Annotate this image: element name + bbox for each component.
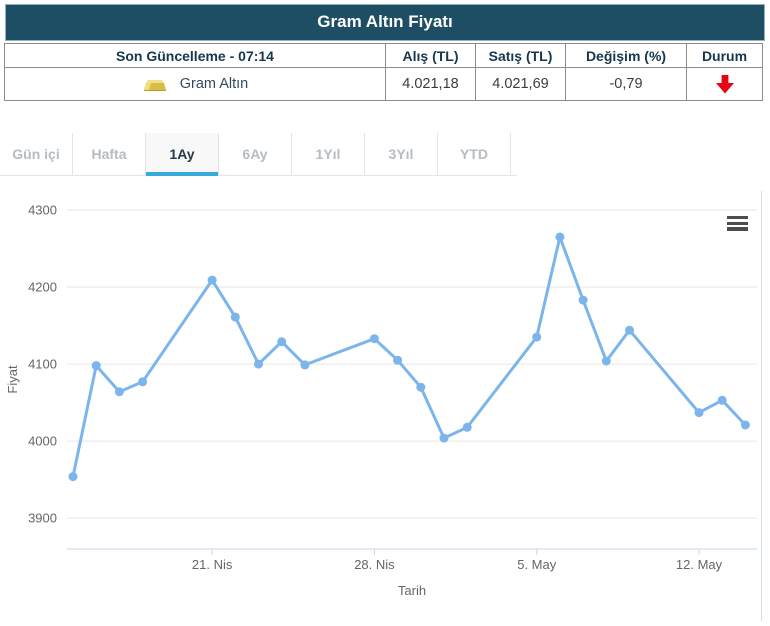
- svg-text:3900: 3900: [28, 511, 57, 526]
- chart-hamburger-menu-icon[interactable]: [727, 216, 748, 232]
- col-sell: Satış (TL): [476, 44, 566, 68]
- buy-value: 4.021,18: [386, 68, 476, 101]
- price-table-row: Gram Altın 4.021,18 4.021,69 -0,79: [5, 68, 763, 101]
- status-cell: [687, 68, 763, 101]
- tab-1yıl[interactable]: 1Yıl: [292, 133, 365, 175]
- svg-text:4300: 4300: [28, 203, 57, 218]
- period-tabs: Gün içiHafta1Ay6Ay1Yıl3YılYTD: [0, 133, 517, 176]
- down-arrow-icon: [687, 73, 762, 95]
- price-table-header-row: Son Güncelleme - 07:14 Alış (TL) Satış (…: [5, 44, 763, 68]
- tab-gün-içi[interactable]: Gün içi: [0, 133, 73, 175]
- col-buy: Alış (TL): [386, 44, 476, 68]
- svg-text:28. Nis: 28. Nis: [354, 557, 395, 572]
- price-table: Son Güncelleme - 07:14 Alış (TL) Satış (…: [4, 43, 763, 101]
- svg-text:12. May: 12. May: [676, 557, 723, 572]
- tab-6ay[interactable]: 6Ay: [219, 133, 292, 175]
- tab-3yıl[interactable]: 3Yıl: [365, 133, 438, 175]
- col-change: Değişim (%): [566, 44, 687, 68]
- tab-1ay[interactable]: 1Ay: [146, 133, 219, 175]
- gold-bar-icon: [142, 77, 168, 92]
- svg-text:Fiyat: Fiyat: [5, 365, 20, 394]
- instrument-name: Gram Altın: [180, 76, 249, 92]
- chart-right-border: [761, 191, 762, 621]
- svg-text:5. May: 5. May: [517, 557, 557, 572]
- col-status: Durum: [687, 44, 763, 68]
- svg-text:4100: 4100: [28, 357, 57, 372]
- svg-text:4200: 4200: [28, 280, 57, 295]
- sell-value: 4.021,69: [476, 68, 566, 101]
- svg-text:4000: 4000: [28, 434, 57, 449]
- widget-title: Gram Altın Fiyatı: [317, 12, 452, 31]
- widget-title-bar: Gram Altın Fiyatı: [5, 4, 765, 41]
- gold-price-widget: Gram Altın Fiyatı Son Güncelleme - 07:14…: [5, 4, 765, 101]
- svg-text:21. Nis: 21. Nis: [192, 557, 233, 572]
- line-chart-canvas: 3900 4000 4100 4200 4300 21. Nis 28. Nis 5. May…: [0, 191, 770, 621]
- change-value: -0,79: [566, 68, 687, 101]
- tab-hafta[interactable]: Hafta: [73, 133, 146, 175]
- tab-ytd[interactable]: YTD: [438, 133, 511, 175]
- svg-text:Tarih: Tarih: [398, 583, 426, 598]
- col-last-update: Son Güncelleme - 07:14: [5, 44, 386, 68]
- price-chart: 3900 4000 4100 4200 4300 21. Nis 28. Nis 5. May…: [0, 191, 770, 621]
